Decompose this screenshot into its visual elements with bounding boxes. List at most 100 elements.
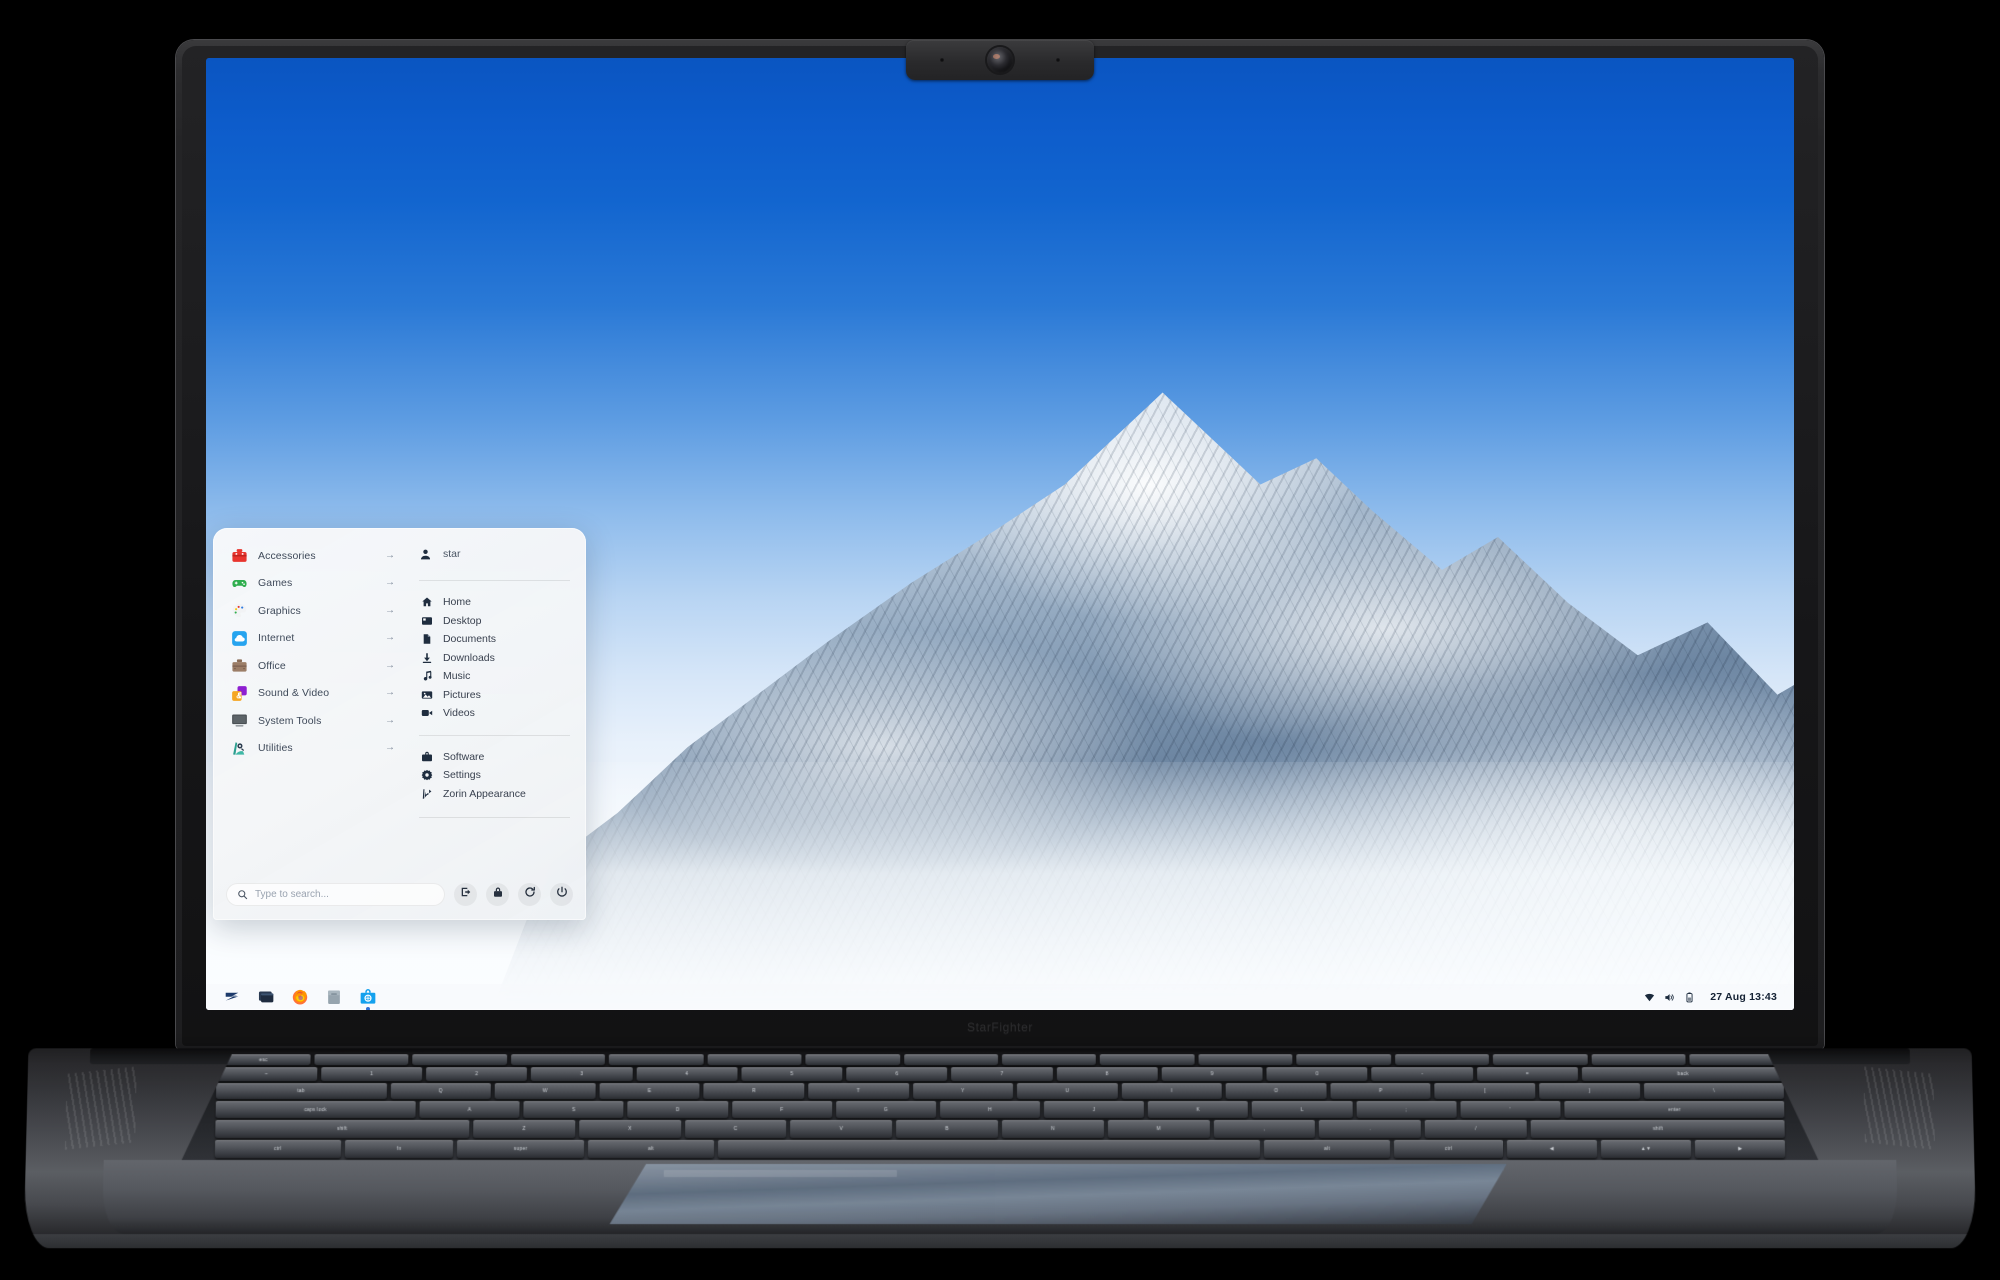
keyboard-key[interactable]: F xyxy=(732,1101,832,1118)
keyboard-key[interactable]: E xyxy=(599,1083,700,1099)
user-row[interactable]: star xyxy=(419,542,574,566)
place-item-videos[interactable]: Videos xyxy=(415,704,574,723)
keyboard-key[interactable]: Z xyxy=(473,1120,575,1138)
keyboard-key[interactable] xyxy=(1198,1054,1292,1065)
keyboard-key[interactable]: D xyxy=(628,1101,728,1118)
keyboard-key[interactable]: C xyxy=(685,1120,787,1138)
keyboard-key[interactable] xyxy=(806,1054,900,1065)
keyboard-key[interactable] xyxy=(1002,1054,1096,1065)
clock[interactable]: 27 Aug 13:43 xyxy=(1698,991,1785,1003)
keyboard-key[interactable]: fn xyxy=(345,1140,454,1158)
keyboard-key[interactable]: enter xyxy=(1564,1101,1784,1118)
wifi-icon[interactable] xyxy=(1644,992,1655,1003)
keyboard-key[interactable]: L xyxy=(1252,1101,1352,1118)
keyboard-key[interactable]: 7 xyxy=(951,1067,1052,1081)
keyboard-key[interactable]: ctrl xyxy=(1394,1140,1503,1158)
menu-category-accessories[interactable]: Accessories → xyxy=(223,542,401,570)
place-item-downloads[interactable]: Downloads xyxy=(415,649,574,668)
keyboard-key[interactable]: ] xyxy=(1539,1083,1640,1099)
keyboard-key[interactable]: 2 xyxy=(426,1067,527,1081)
keyboard-key[interactable]: / xyxy=(1425,1120,1527,1138)
log-out-button[interactable] xyxy=(454,882,477,906)
keyboard-key[interactable]: ▶ xyxy=(1695,1140,1786,1158)
keyboard-key[interactable]: V xyxy=(790,1120,892,1138)
keyboard-key[interactable]: A xyxy=(419,1101,519,1118)
keyboard-key[interactable]: I xyxy=(1121,1083,1222,1099)
keyboard-key[interactable]: Y xyxy=(913,1083,1013,1099)
keyboard-key[interactable]: ' xyxy=(1460,1101,1560,1118)
keyboard-key[interactable]: G xyxy=(836,1101,936,1118)
keyboard-row[interactable]: ~1 2 3 4 5 6 7 8 9 0- = back xyxy=(183,1067,1817,1081)
speaker-icon[interactable] xyxy=(1664,992,1675,1003)
keyboard-key[interactable] xyxy=(314,1054,408,1065)
keyboard-key[interactable]: J xyxy=(1044,1101,1144,1118)
menu-category-utilities[interactable]: Utilities → xyxy=(223,735,401,763)
keyboard-key[interactable]: 6 xyxy=(846,1067,947,1081)
keyboard-key[interactable]: caps lock xyxy=(215,1101,415,1118)
keyboard-key[interactable]: ◀ xyxy=(1506,1140,1597,1158)
keyboard-key[interactable]: X xyxy=(579,1120,681,1138)
menu-category-graphics[interactable]: Graphics → xyxy=(223,597,401,625)
keyboard-key[interactable]: R xyxy=(704,1083,805,1099)
place-item-desktop[interactable]: Desktop xyxy=(415,612,574,631)
keyboard-key[interactable]: K xyxy=(1148,1101,1248,1118)
lock-button[interactable] xyxy=(486,882,509,906)
menu-category-office[interactable]: Office → xyxy=(223,652,401,680)
keyboard-key[interactable]: T xyxy=(808,1083,909,1099)
keyboard-key[interactable]: H xyxy=(940,1101,1040,1118)
keyboard-key[interactable]: \ xyxy=(1644,1083,1785,1099)
keyboard-key[interactable]: P xyxy=(1330,1083,1431,1099)
keyboard-key[interactable]: S xyxy=(523,1101,623,1118)
system-item-settings[interactable]: Settings xyxy=(415,766,574,785)
restart-button[interactable] xyxy=(518,882,541,906)
search-box[interactable] xyxy=(226,882,445,906)
keyboard-key[interactable]: tab xyxy=(215,1083,386,1099)
keyboard-key[interactable]: . xyxy=(1319,1120,1421,1138)
application-menu[interactable]: Accessories → Games → Graphics → Interne… xyxy=(213,528,586,920)
system-item-software[interactable]: Software xyxy=(415,748,574,767)
keyboard-key[interactable]: 0 xyxy=(1267,1067,1368,1081)
taskbar-software-button[interactable] xyxy=(351,985,385,1010)
keyboard-key[interactable]: ctrl xyxy=(214,1140,341,1158)
keyboard-key[interactable]: N xyxy=(1002,1120,1104,1138)
keyboard-key[interactable]: 8 xyxy=(1057,1067,1158,1081)
keyboard-row[interactable]: caps lock A S D F G H J K L; ' enter xyxy=(182,1101,1817,1118)
taskbar[interactable]: 27 Aug 13:43 xyxy=(206,984,1794,1010)
keyboard-key[interactable]: 3 xyxy=(531,1067,632,1081)
keyboard-key[interactable]: B xyxy=(896,1120,998,1138)
keyboard-key[interactable]: 4 xyxy=(636,1067,737,1081)
power-button[interactable] xyxy=(550,882,573,906)
keyboard-key[interactable]: U xyxy=(1017,1083,1117,1099)
keyboard-key[interactable]: ~ xyxy=(216,1067,317,1081)
menu-category-games[interactable]: Games → xyxy=(223,570,401,598)
keyboard-key[interactable]: shift xyxy=(1531,1120,1786,1138)
search-input[interactable] xyxy=(255,888,434,900)
place-item-music[interactable]: Music xyxy=(415,667,574,686)
keyboard-key[interactable]: [ xyxy=(1435,1083,1536,1099)
keyboard-key[interactable] xyxy=(511,1054,605,1065)
taskbar-files-button[interactable] xyxy=(317,985,351,1009)
keyboard-key[interactable] xyxy=(1493,1054,1587,1065)
place-item-home[interactable]: Home xyxy=(415,593,574,612)
system-item-zorin-appearance[interactable]: Zorin Appearance xyxy=(415,785,574,804)
keyboard-key[interactable]: M xyxy=(1108,1120,1210,1138)
keyboard-key[interactable] xyxy=(413,1054,507,1065)
keyboard-row[interactable]: ctrl fn super alt alt ctrl ◀ ▲▼ ▶ xyxy=(182,1140,1819,1158)
keyboard-key[interactable]: alt xyxy=(588,1140,715,1158)
keyboard-key[interactable]: 9 xyxy=(1162,1067,1263,1081)
keyboard-key[interactable]: - xyxy=(1372,1067,1473,1081)
keyboard-row[interactable]: shift Z X C V B N M,. / shift xyxy=(182,1120,1818,1138)
keyboard-key[interactable]: ▲▼ xyxy=(1601,1140,1692,1158)
taskbar-firefox-button[interactable] xyxy=(283,985,317,1009)
keyboard-key[interactable]: back xyxy=(1582,1067,1784,1081)
keyboard-key[interactable]: 5 xyxy=(741,1067,842,1081)
keyboard-key[interactable] xyxy=(1100,1054,1194,1065)
keyboard-key[interactable] xyxy=(707,1054,801,1065)
keyboard-rows[interactable]: esc ~1 2 3 4 5 6 7 8 9 0- = back tab Q W E R T Y U I O P[] \ caps… xyxy=(182,1052,1819,1160)
keyboard-key[interactable] xyxy=(1591,1054,1685,1065)
taskbar-zorin-menu-button[interactable] xyxy=(215,985,249,1009)
keyboard-key[interactable]: = xyxy=(1477,1067,1578,1081)
menu-category-internet[interactable]: Internet → xyxy=(223,625,401,653)
keyboard-key[interactable]: ; xyxy=(1356,1101,1456,1118)
place-item-documents[interactable]: Documents xyxy=(415,630,574,649)
